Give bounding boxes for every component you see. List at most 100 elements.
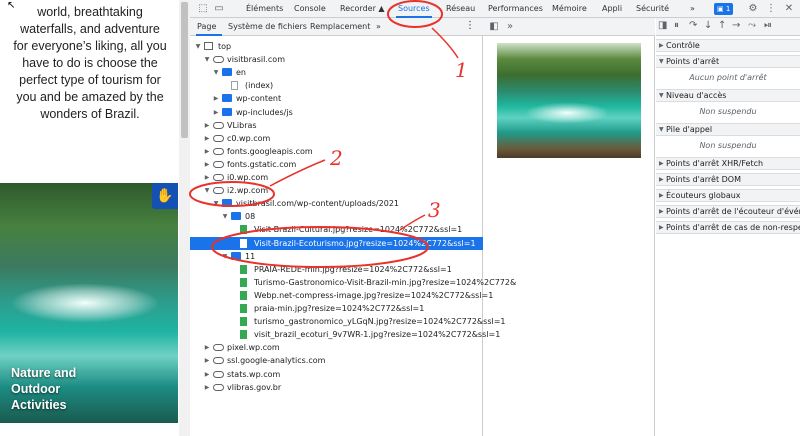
more-tabs-button[interactable]: » — [690, 4, 695, 13]
tree-item[interactable]: visit_brazil_ecoturi_9v7WR-1.jpg?resize=… — [190, 328, 500, 341]
tab-sources[interactable]: Sources — [398, 4, 430, 13]
expanded-arrow-icon[interactable]: ▼ — [221, 250, 229, 263]
tree-item-label: Turismo-Gastronomico-Visit-Brazil-min.jp… — [254, 277, 517, 287]
tree-item[interactable]: ▼ i2.wp.com — [190, 184, 483, 197]
tree-item[interactable]: (index) — [190, 79, 483, 92]
tree-item[interactable]: Visit-Brazil-Cultural.jpg?resize=1024%2C… — [190, 223, 483, 236]
web-page-viewport: ↖ world, breathtaking waterfalls, and ad… — [0, 0, 190, 436]
device-toolbar-icon[interactable]: ▭ — [212, 2, 226, 16]
collapsed-arrow-icon[interactable]: ▶ — [203, 381, 211, 394]
debugger-section-header[interactable]: ▶Points d'arrêt de cas de non-respect C — [656, 221, 800, 234]
step-over-icon[interactable]: ↷ — [689, 20, 697, 31]
tree-item[interactable]: Visit-Brazil-Ecoturismo.jpg?resize=1024%… — [190, 236, 483, 250]
collapsed-arrow-icon[interactable]: ▶ — [203, 341, 211, 354]
debugger-section-header[interactable]: ▶ Contrôle — [656, 39, 800, 52]
tree-item[interactable]: Webp.net-compress-image.jpg?resize=1024%… — [190, 289, 493, 302]
tree-item[interactable]: turismo_gastronomico_yLGqN.jpg?resize=10… — [190, 315, 506, 328]
collapsed-arrow-icon[interactable]: ▶ — [203, 171, 211, 184]
section-title: Contrôle — [666, 41, 700, 50]
tree-item[interactable]: ▶ i0.wp.com — [190, 171, 483, 184]
tree-item[interactable]: Turismo-Gastronomico-Visit-Brazil-min.jp… — [190, 276, 516, 289]
debugger-section-header[interactable]: ▶ Points d'arrêt XHR/Fetch — [656, 157, 800, 170]
collapsed-arrow-icon[interactable]: ▶ — [212, 92, 220, 105]
folder-icon — [222, 199, 232, 208]
tree-item[interactable]: ▼ top — [190, 40, 483, 53]
more-editor-tabs-icon[interactable]: » — [503, 20, 517, 34]
debugger-section-header[interactable]: ▼ Points d'arrêt — [656, 55, 800, 68]
collapsed-arrow-icon[interactable]: ▶ — [203, 368, 211, 381]
expanded-arrow-icon[interactable]: ▼ — [212, 66, 220, 79]
debugger-section-header[interactable]: ▶ Écouteurs globaux — [656, 189, 800, 202]
deactivate-breakpoints-icon[interactable]: ⤳ — [748, 20, 756, 31]
tree-item[interactable]: ▼ 11 — [190, 250, 483, 263]
more-options-icon[interactable]: ⋮ — [764, 2, 778, 16]
tree-item-label: praia-min.jpg?resize=1024%2C772&ssl=1 — [254, 304, 425, 313]
page-scrollbar-thumb[interactable] — [181, 2, 188, 138]
settings-gear-icon[interactable]: ⚙ — [746, 2, 760, 16]
tab-application[interactable]: Appli — [602, 4, 622, 13]
accessibility-hand-icon[interactable]: ✋ — [152, 183, 178, 209]
tree-item[interactable]: ▶ stats.wp.com — [190, 368, 483, 381]
debugger-section-header[interactable]: ▼ Niveau d'accès — [656, 89, 800, 102]
expanded-arrow-icon[interactable]: ▼ — [203, 184, 211, 197]
collapsed-arrow-icon[interactable]: ▶ — [212, 106, 220, 119]
collapsed-arrow-icon[interactable]: ▶ — [203, 354, 211, 367]
issues-badge[interactable]: ▣ 1 — [714, 3, 734, 15]
toggle-navigator-icon[interactable]: ◧ — [487, 20, 501, 34]
expanded-arrow-icon[interactable]: ▼ — [203, 53, 211, 66]
folder-icon — [222, 68, 232, 77]
tree-item-label: Visit-Brazil-Cultural.jpg?resize=1024%2C… — [254, 225, 463, 235]
debugger-section-header[interactable]: ▶Points d'arrêt de l'écouteur d'événem — [656, 205, 800, 218]
cloud-icon — [213, 357, 224, 365]
collapsed-arrow-icon[interactable]: ▶ — [203, 158, 211, 171]
close-devtools-icon[interactable]: ✕ — [782, 2, 796, 16]
tab-filesystem[interactable]: Système de fichiers — [228, 22, 307, 31]
collapsed-arrow-icon[interactable]: ▶ — [203, 119, 211, 132]
step-out-icon[interactable]: ↑ — [718, 20, 726, 31]
tree-item[interactable]: PRAIA-REDE-min.jpg?resize=1024%2C772&ssl… — [190, 263, 483, 276]
tab-memory[interactable]: Mémoire — [552, 4, 587, 13]
section-empty-message: Non suspendu — [699, 141, 757, 150]
tree-item-label: i0.wp.com — [227, 173, 269, 182]
tree-item[interactable]: praia-min.jpg?resize=1024%2C772&ssl=1 — [190, 302, 483, 315]
navigator-menu-icon[interactable]: ⋮ — [465, 20, 475, 31]
tab-page[interactable]: Page — [197, 22, 216, 31]
expanded-arrow-icon[interactable]: ▼ — [194, 40, 202, 53]
tree-item[interactable]: ▶ ssl.google-analytics.com — [190, 354, 483, 367]
collapsed-arrow-icon[interactable]: ▶ — [203, 145, 211, 158]
annotation-number-3: 3 — [428, 198, 441, 222]
expanded-arrow-icon[interactable]: ▼ — [221, 210, 229, 223]
toggle-debugger-icon[interactable]: ◨ — [658, 20, 667, 31]
tree-item[interactable]: ▶ wp-includes/js — [190, 106, 483, 119]
tree-item-label: en — [236, 68, 246, 78]
cloud-icon — [213, 187, 224, 195]
step-icon[interactable]: → — [732, 20, 740, 31]
step-into-icon[interactable]: ↓ — [704, 20, 712, 31]
tree-item[interactable]: ▼ en — [190, 66, 483, 79]
hero-image-card[interactable]: Nature and Outdoor Activities — [0, 183, 178, 423]
tree-item[interactable]: ▶ wp-content — [190, 92, 483, 105]
hero-card-label[interactable]: Nature and Outdoor Activities — [11, 365, 76, 413]
tab-network[interactable]: Réseau — [446, 4, 475, 13]
tab-recorder[interactable]: Recorder ▲ — [340, 4, 385, 13]
pause-on-exceptions-icon[interactable]: ⏯ — [764, 20, 772, 31]
tab-security[interactable]: Sécurité — [636, 4, 669, 13]
inspect-element-icon[interactable]: ⬚ — [196, 2, 210, 16]
tree-item[interactable]: ▶ c0.wp.com — [190, 132, 483, 145]
tree-item[interactable]: ▶ vlibras.gov.br — [190, 381, 483, 394]
expanded-arrow-icon[interactable]: ▼ — [212, 197, 220, 210]
tree-item[interactable]: ▶ pixel.wp.com — [190, 341, 483, 354]
tab-overrides[interactable]: Remplacement — [310, 22, 370, 31]
pause-icon[interactable]: ⏸ — [674, 20, 679, 31]
file-icon — [231, 81, 238, 91]
more-navigator-tabs[interactable]: » — [376, 22, 381, 31]
collapsed-arrow-icon[interactable]: ▶ — [203, 132, 211, 145]
tab-elements[interactable]: Éléments — [246, 4, 283, 13]
tab-performance[interactable]: Performances — [488, 4, 543, 13]
tree-item[interactable]: ▶ VLibras — [190, 119, 483, 132]
tab-console[interactable]: Console — [294, 4, 326, 13]
debugger-section-header[interactable]: ▼ Pile d'appel — [656, 123, 800, 136]
tree-item[interactable]: ▼ visitbrasil.com — [190, 53, 483, 66]
debugger-section-header[interactable]: ▶ Points d'arrêt DOM — [656, 173, 800, 186]
tree-item-label: ssl.google-analytics.com — [227, 356, 326, 366]
